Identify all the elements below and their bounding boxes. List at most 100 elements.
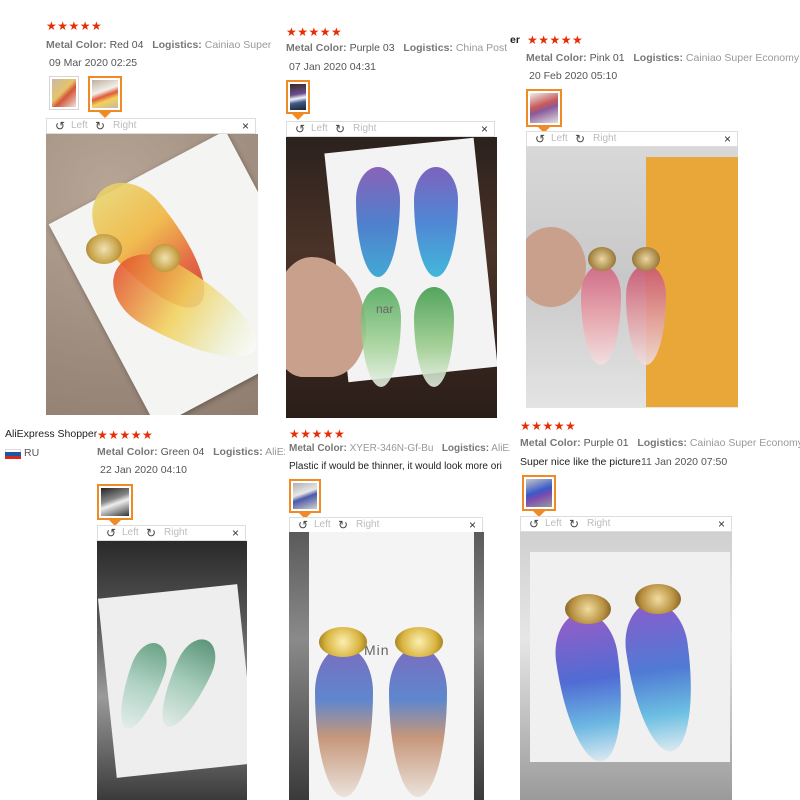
rating-stars: ★★★★★ — [46, 19, 103, 33]
rotate-right-icon[interactable]: ↻ — [146, 526, 156, 540]
metal-color-value: Red 04 — [109, 39, 144, 51]
image-toolbar: ↺ Left ↻ Right × — [526, 131, 738, 147]
filigree-ornament — [395, 627, 443, 657]
shopper-name: AliExpress Shopper — [5, 428, 98, 440]
rotate-right-button[interactable]: Right — [164, 526, 187, 540]
truncated-shopper-name: er — [510, 34, 520, 46]
review-thumbnail-selected[interactable] — [526, 89, 562, 127]
logistics-value: Cainiao Super Economy Glob — [689, 437, 800, 449]
review-thumbnail-selected[interactable] — [522, 475, 556, 511]
rating-stars: ★★★★★ — [527, 33, 584, 47]
review-meta: Metal Color: Green 04 Logistics: AliExpr — [97, 445, 285, 459]
logistics-label: Logistics: — [213, 446, 263, 458]
metal-color-label: Metal Color: — [289, 443, 347, 454]
hand — [526, 227, 586, 307]
rotate-right-button[interactable]: Right — [587, 517, 610, 531]
review-panel-2: ★★★★★ Metal Color: Purple 03 Logistics: … — [272, 0, 510, 418]
logistics-label: Logistics: — [441, 443, 490, 454]
close-icon[interactable]: × — [718, 517, 725, 531]
image-toolbar: ↺ Left ↻ Right × — [520, 516, 732, 532]
rotate-left-button[interactable]: Left — [551, 132, 568, 146]
russia-flag-icon — [5, 449, 21, 459]
logistics-value: AliExpre — [491, 443, 510, 454]
metal-color-label: Metal Color: — [46, 39, 107, 51]
logistics-value: AliExpr — [265, 446, 285, 458]
rating-stars: ★★★★★ — [289, 427, 346, 441]
metal-color-value: Pink 01 — [589, 52, 625, 64]
review-date: 20 Feb 2020 05:10 — [529, 70, 618, 82]
rotate-left-button[interactable]: Left — [311, 122, 328, 136]
card-brand-text: nar — [376, 302, 394, 316]
close-icon[interactable]: × — [481, 122, 488, 136]
rotate-right-icon[interactable]: ↻ — [335, 122, 345, 136]
rotate-left-icon[interactable]: ↺ — [529, 517, 539, 531]
close-icon[interactable]: × — [469, 518, 476, 532]
metal-color-value: Purple 03 — [349, 42, 395, 54]
rotate-left-button[interactable]: Left — [122, 526, 139, 540]
image-toolbar: ↺ Left ↻ Right × — [289, 517, 483, 533]
rotate-left-icon[interactable]: ↺ — [55, 119, 65, 133]
metal-color-label: Metal Color: — [520, 437, 581, 449]
selected-pointer — [292, 114, 304, 120]
review-photo — [97, 541, 247, 800]
review-date: 09 Mar 2020 02:25 — [49, 57, 138, 69]
review-thumbnail-selected[interactable] — [286, 80, 310, 114]
close-icon[interactable]: × — [724, 132, 731, 146]
review-panel-6: ★★★★★ Metal Color: Purple 01 Logistics: … — [510, 408, 800, 800]
review-photo — [520, 532, 732, 800]
logistics-value: Cainiao Super Econo — [204, 39, 272, 51]
logistics-value: Cainiao Super Economy Glob — [685, 52, 800, 64]
rotate-right-button[interactable]: Right — [353, 122, 376, 136]
review-date: 11 Jan 2020 07:50 — [641, 456, 728, 468]
image-toolbar: ↺ Left ↻ Right × — [46, 118, 256, 134]
review-thumbnail-selected[interactable] — [97, 484, 133, 520]
logistics-label: Logistics: — [633, 52, 683, 64]
rating-stars: ★★★★★ — [97, 428, 154, 442]
image-toolbar: ↺ Left ↻ Right × — [286, 121, 495, 137]
review-photo — [46, 134, 258, 415]
filigree-ornament — [632, 247, 660, 271]
filigree-ornament — [565, 594, 611, 624]
rotate-right-button[interactable]: Right — [356, 518, 379, 532]
close-icon[interactable]: × — [242, 119, 249, 133]
close-icon[interactable]: × — [232, 526, 239, 540]
rotate-right-icon[interactable]: ↻ — [569, 517, 579, 531]
metal-color-value: XYER-346N-Gf-Bu — [349, 443, 434, 454]
rotate-left-icon[interactable]: ↺ — [298, 518, 308, 532]
filigree-ornament — [150, 244, 180, 272]
review-photo: Min — [289, 532, 484, 800]
rotate-left-button[interactable]: Left — [314, 518, 331, 532]
rotate-right-icon[interactable]: ↻ — [575, 132, 585, 146]
image-toolbar: ↺ Left ↻ Right × — [97, 525, 246, 541]
filigree-ornament — [86, 234, 122, 264]
review-date: 22 Jan 2020 04:10 — [100, 464, 187, 476]
rotate-left-icon[interactable]: ↺ — [535, 132, 545, 146]
rotate-right-button[interactable]: Right — [113, 119, 136, 133]
review-thumbnail-selected[interactable] — [289, 479, 321, 513]
rotate-right-button[interactable]: Right — [593, 132, 616, 146]
review-panel-4: AliExpress Shopper ★★★★★ RU Metal Color:… — [0, 415, 285, 800]
rotate-right-icon[interactable]: ↻ — [95, 119, 105, 133]
review-meta: Metal Color: Pink 01 Logistics: Cainiao … — [526, 51, 800, 65]
shopper-country: RU — [24, 447, 40, 459]
rotate-left-icon[interactable]: ↺ — [295, 122, 305, 136]
review-panel-1: ★★★★★ Metal Color: Red 04 Logistics: Cai… — [0, 0, 272, 415]
rotate-left-button[interactable]: Left — [545, 517, 562, 531]
review-thumbnail-selected[interactable] — [88, 76, 122, 112]
logistics-label: Logistics: — [403, 42, 453, 54]
review-panel-5: ★★★★★ Metal Color: XYER-346N-Gf-Bu Logis… — [285, 418, 510, 800]
review-meta: Metal Color: XYER-346N-Gf-Bu Logistics: … — [289, 442, 510, 456]
review-date: 07 Jan 2020 04:31 — [289, 61, 376, 73]
review-meta: Metal Color: Purple 03 Logistics: China … — [286, 41, 510, 55]
filigree-ornament — [319, 627, 367, 657]
filigree-ornament — [588, 247, 616, 271]
review-thumbnail[interactable] — [49, 76, 79, 110]
filigree-ornament — [635, 584, 681, 614]
rotate-left-icon[interactable]: ↺ — [106, 526, 116, 540]
rotate-left-button[interactable]: Left — [71, 119, 88, 133]
metal-color-label: Metal Color: — [526, 52, 587, 64]
review-text: Super nice like the picture — [520, 456, 641, 468]
rotate-right-icon[interactable]: ↻ — [338, 518, 348, 532]
logistics-value: China Post Regi — [455, 42, 510, 54]
review-meta: Metal Color: Red 04 Logistics: Cainiao S… — [46, 38, 272, 52]
